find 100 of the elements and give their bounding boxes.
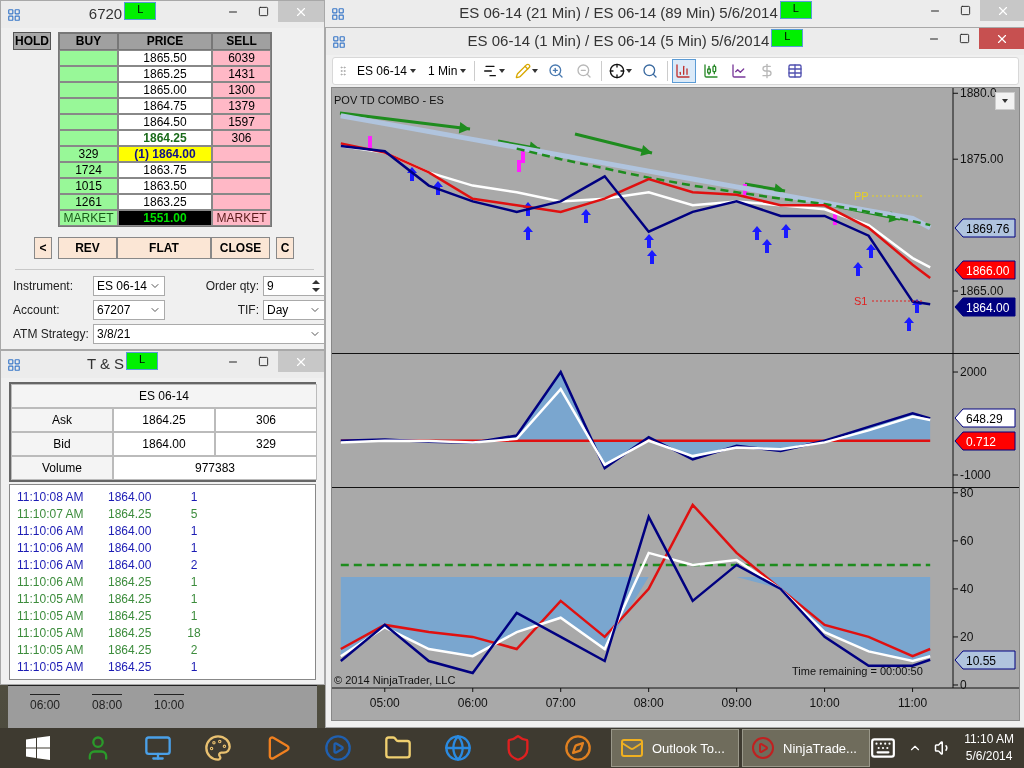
action-button[interactable]: <: [34, 237, 52, 259]
palette-icon: [204, 734, 232, 762]
time-axis-label: 08:00: [633, 696, 664, 710]
spin-arrows-icon[interactable]: [311, 278, 321, 294]
trade-size: 1: [189, 660, 199, 676]
trade-size: 1: [189, 490, 199, 506]
axis-label: -1000: [960, 468, 991, 482]
bid-size-cell[interactable]: 1015: [59, 178, 118, 194]
ask-size-cell[interactable]: 1597: [212, 114, 271, 130]
ask-size-cell[interactable]: 1300: [212, 82, 271, 98]
ask-size-cell[interactable]: 1431: [212, 66, 271, 82]
trade-time: 11:10:08 AM: [17, 490, 85, 506]
axis-label: 20: [960, 629, 974, 644]
search-icon: [642, 63, 659, 79]
link-badge[interactable]: L: [126, 352, 159, 370]
windows-start-icon[interactable]: [26, 736, 50, 760]
trade-size: 18: [186, 626, 202, 642]
price-tag: 1866.00: [954, 260, 1016, 280]
buy-market-cell[interactable]: MARKET: [59, 210, 118, 226]
trade-price: 1864.00: [108, 490, 153, 506]
ask-size-cell[interactable]: [212, 194, 271, 210]
column-header: BUY: [59, 33, 118, 50]
clock[interactable]: 11:10 AM 5/6/2014: [964, 731, 1014, 765]
trade-price: 1864.25: [108, 626, 153, 642]
clock-time: 11:10 AM: [964, 731, 1014, 748]
trade-size: 2: [189, 643, 199, 659]
taskbar-app-button[interactable]: NinjaTrade...: [742, 729, 870, 767]
monitor-icon: [144, 734, 172, 762]
hold-button[interactable]: HOLD: [13, 32, 51, 50]
bid-size-cell[interactable]: [59, 50, 118, 66]
dropdown-button[interactable]: [995, 92, 1015, 110]
link-badge[interactable]: L: [124, 2, 157, 20]
price-cell: 1865.50: [118, 50, 212, 66]
trade-size: 5: [189, 507, 199, 523]
price-cell: 1864.25: [118, 130, 212, 146]
axis-label: 0: [960, 678, 967, 692]
price-cell: 1864.50: [118, 114, 212, 130]
action-button[interactable]: FLAT: [117, 237, 211, 259]
link-badge[interactable]: L: [779, 1, 812, 19]
ask-size-cell[interactable]: 1379: [212, 98, 271, 114]
ask-size-cell[interactable]: [212, 146, 271, 162]
volume-value: 977383: [113, 456, 317, 480]
price-cell: 1551.00: [118, 210, 212, 226]
dropdown-field[interactable]: Day: [263, 300, 325, 320]
price-tag: 1864.00: [954, 297, 1016, 317]
trade-size: 1: [189, 609, 199, 625]
interval-dropdown[interactable]: 1 Min: [424, 64, 471, 78]
action-button[interactable]: REV: [58, 237, 117, 259]
bid-size-cell[interactable]: [59, 114, 118, 130]
field-label: Account:: [13, 303, 61, 317]
ask-size-cell[interactable]: [212, 162, 271, 178]
maximize-icon: [958, 33, 970, 44]
trade-price: 1864.25: [108, 643, 153, 659]
quantity-spinner[interactable]: 9: [263, 276, 325, 296]
time-axis-label: 09:00: [721, 696, 752, 710]
trade-size: 1: [189, 575, 199, 591]
quote-size: 329: [215, 432, 317, 456]
column-header: SELL: [212, 33, 271, 50]
link-badge[interactable]: L: [771, 29, 804, 47]
dropdown-field[interactable]: 67207: [93, 300, 165, 320]
bid-size-cell[interactable]: 1724: [59, 162, 118, 178]
trade-size: 2: [189, 558, 199, 574]
quote-price: 1864.00: [113, 432, 215, 456]
bid-size-cell[interactable]: [59, 98, 118, 114]
trade-price: 1864.00: [108, 541, 153, 557]
price-tag: 0.712: [954, 431, 1016, 451]
sell-market-cell[interactable]: MARKET: [212, 210, 271, 226]
instrument-dropdown[interactable]: ES 06-14: [353, 64, 421, 78]
taskbar-app-button[interactable]: Outlook To...: [611, 729, 739, 767]
keyboard-icon[interactable]: [870, 735, 897, 761]
trade-price: 1864.25: [108, 575, 153, 591]
ask-size-cell[interactable]: 306: [212, 130, 271, 146]
bid-size-cell[interactable]: 329: [59, 146, 118, 162]
ask-size-cell[interactable]: 6039: [212, 50, 271, 66]
dropdown-field[interactable]: ES 06-14: [93, 276, 165, 296]
trade-price: 1864.00: [108, 558, 153, 574]
bar-chart-icon: [675, 63, 692, 79]
bid-size-cell[interactable]: 1261: [59, 194, 118, 210]
action-button[interactable]: CLOSE: [211, 237, 270, 259]
dropdown-field[interactable]: 3/8/21: [93, 324, 325, 344]
trade-time: 11:10:05 AM: [17, 626, 85, 642]
price-cell: 1863.50: [118, 178, 212, 194]
price-tag: 1869.76: [954, 218, 1016, 238]
window-title: ES 06-14 (21 Min) / ES 06-14 (89 Min) 5/6/2014: [459, 4, 778, 21]
bid-size-cell[interactable]: [59, 82, 118, 98]
level-line: [871, 195, 923, 197]
bid-size-cell[interactable]: [59, 66, 118, 82]
level-label: PP: [854, 190, 869, 202]
price-cell: 1863.75: [118, 162, 212, 178]
bid-size-cell[interactable]: [59, 130, 118, 146]
mail-icon: [620, 736, 644, 760]
action-button[interactable]: C: [276, 237, 294, 259]
trade-price: 1864.25: [108, 660, 153, 676]
instrument-cell: ES 06-14: [11, 384, 317, 408]
clock-date: 5/6/2014: [965, 748, 1013, 765]
trade-size: 1: [189, 592, 199, 608]
trade-price: 1864.25: [108, 507, 153, 523]
zoom-out-icon: [576, 63, 593, 79]
ask-size-cell[interactable]: [212, 178, 271, 194]
time-axis-label: 07:00: [545, 696, 576, 710]
